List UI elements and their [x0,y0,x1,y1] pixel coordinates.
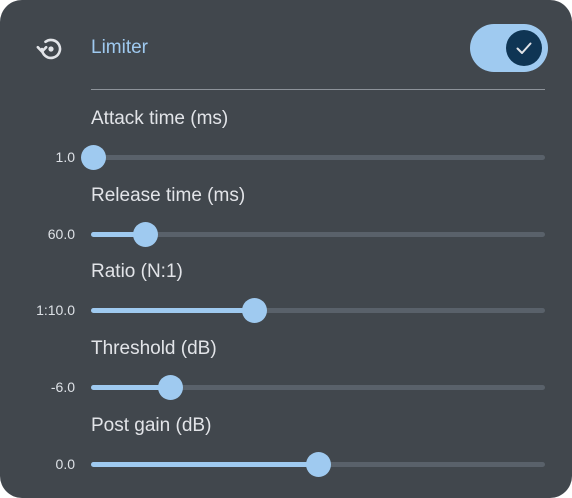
header-divider [91,89,545,90]
param-value: 1:10.0 [36,302,75,318]
param-label: Threshold (dB) [91,338,217,359]
restore-icon[interactable] [33,33,65,65]
limiter-header: Limiter [0,0,572,90]
slider-fill [91,308,255,313]
param-label: Ratio (N:1) [91,261,183,282]
limiter-enable-toggle[interactable] [470,24,548,72]
ratio-slider[interactable] [91,298,545,323]
slider-thumb[interactable] [81,145,107,170]
post-gain-slider[interactable] [91,452,545,477]
param-label: Attack time (ms) [91,108,229,129]
param-label: Release time (ms) [91,185,246,206]
param-label: Post gain (dB) [91,415,212,436]
check-icon [516,42,532,54]
slider-fill [91,462,318,467]
limiter-card: Limiter Attack time (ms) 1.0 Release tim… [0,0,572,498]
attack-time-slider[interactable] [81,145,545,170]
param-threshold: Threshold (dB) -6.0 [0,337,572,407]
slider-thumb[interactable] [133,222,159,247]
threshold-slider[interactable] [91,375,545,400]
param-value: -6.0 [50,379,75,395]
slider-thumb[interactable] [158,375,184,400]
toggle-knob [506,30,542,66]
slider-thumb[interactable] [242,298,268,323]
param-attack-time: Attack time (ms) 1.0 [0,107,572,177]
release-time-slider[interactable] [91,222,545,247]
limiter-title: Limiter [91,37,149,58]
param-post-gain: Post gain (dB) 0.0 [0,414,572,484]
param-value: 1.0 [55,149,75,165]
param-value: 60.0 [47,226,75,242]
param-ratio: Ratio (N:1) 1:10.0 [0,260,572,330]
param-value: 0.0 [55,456,75,472]
param-release-time: Release time (ms) 60.0 [0,184,572,254]
slider-thumb[interactable] [306,452,331,477]
